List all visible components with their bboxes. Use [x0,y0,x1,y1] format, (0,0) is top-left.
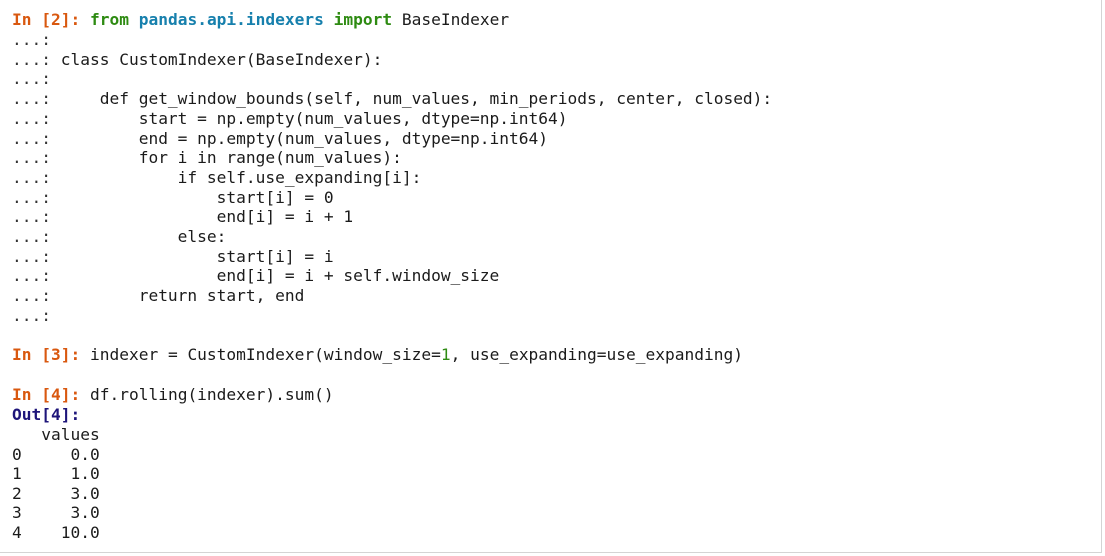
code-text: def get_window_bounds(self, num_values, … [60,89,773,109]
output-row: 0 0.0 [12,444,100,464]
code-line: ...: for i in range(num_values): [12,148,402,168]
continuation-prompt: ...: [12,128,51,148]
code-line: In [2]: from pandas.api.indexers import … [12,10,509,30]
continuation-prompt: ...: [12,246,51,266]
output-header: values [12,425,100,444]
code-line: ...: [12,306,61,326]
code-text: end[i] = i + 1 [60,207,354,227]
code-text: return start, end [60,286,305,306]
continuation-prompt: ...: [12,305,51,325]
code-line: ...: [12,69,61,89]
code-line: ...: end[i] = i + self.window_size [12,266,499,286]
module-name: pandas.api.indexers [138,10,324,29]
code-text: start[i] = i [60,246,334,266]
code-line: In [3]: indexer = CustomIndexer(window_s… [12,345,743,365]
code-text: , use_expanding=use_expanding) [450,345,743,364]
code-line: ...: start = np.empty(num_values, dtype=… [12,109,568,129]
continuation-prompt: ...: [12,187,51,207]
number-literal: 1 [440,345,451,364]
continuation-prompt: ...: [12,227,51,246]
code-line: ...: start[i] = 0 [12,188,334,208]
keyword-from: from [89,10,129,29]
code-text: start = np.empty(num_values, dtype=np.in… [60,108,568,128]
input-prompt: In [3]: [12,345,81,364]
code-line: ...: start[i] = i [12,247,334,267]
output-row: 2 3.0 [12,483,100,503]
continuation-prompt: ...: [12,108,51,128]
continuation-prompt: ...: [12,30,51,49]
output-row: 1 1.0 [12,464,100,484]
code-line: ...: if self.use_expanding[i]: [12,168,421,188]
code-line: ...: end = np.empty(num_values, dtype=np… [12,129,548,149]
ipython-console: In [2]: from pandas.api.indexers import … [0,0,1102,553]
code-text: class CustomIndexer(BaseIndexer): [60,49,383,69]
code-line: ...: end[i] = i + 1 [12,207,353,227]
code-line: ...: def get_window_bounds(self, num_val… [12,89,772,109]
continuation-prompt: ...: [12,89,51,109]
code-text: if self.use_expanding[i]: [60,167,422,187]
code-text: indexer = CustomIndexer(window_size= [89,345,441,364]
code-line: ...: class CustomIndexer(BaseIndexer): [12,50,382,70]
input-prompt: In [4]: [12,385,81,404]
code-text: start[i] = 0 [60,187,334,207]
continuation-prompt: ...: [12,49,51,69]
output-prompt: Out[4]: [12,405,81,424]
output-row: 4 10.0 [12,523,100,542]
code-line: In [4]: df.rolling(indexer).sum() [12,385,334,405]
code-text: df.rolling(indexer).sum() [89,385,334,404]
code-line: ...: else: [12,227,226,247]
continuation-prompt: ...: [12,69,51,89]
continuation-prompt: ...: [12,148,51,168]
output-row: 3 3.0 [12,503,100,523]
code-text: for i in range(num_values): [60,148,402,168]
continuation-prompt: ...: [12,167,51,187]
continuation-prompt: ...: [12,266,51,286]
code-line: ...: [12,30,61,50]
continuation-prompt: ...: [12,207,51,227]
keyword-import: import [333,10,393,29]
input-prompt: In [2]: [12,10,81,29]
continuation-prompt: ...: [12,286,51,306]
code-text: end = np.empty(num_values, dtype=np.int6… [60,128,549,148]
imported-name: BaseIndexer [401,10,510,29]
code-text: else: [60,227,227,246]
code-text: end[i] = i + self.window_size [60,266,500,286]
code-line: ...: return start, end [12,286,304,306]
